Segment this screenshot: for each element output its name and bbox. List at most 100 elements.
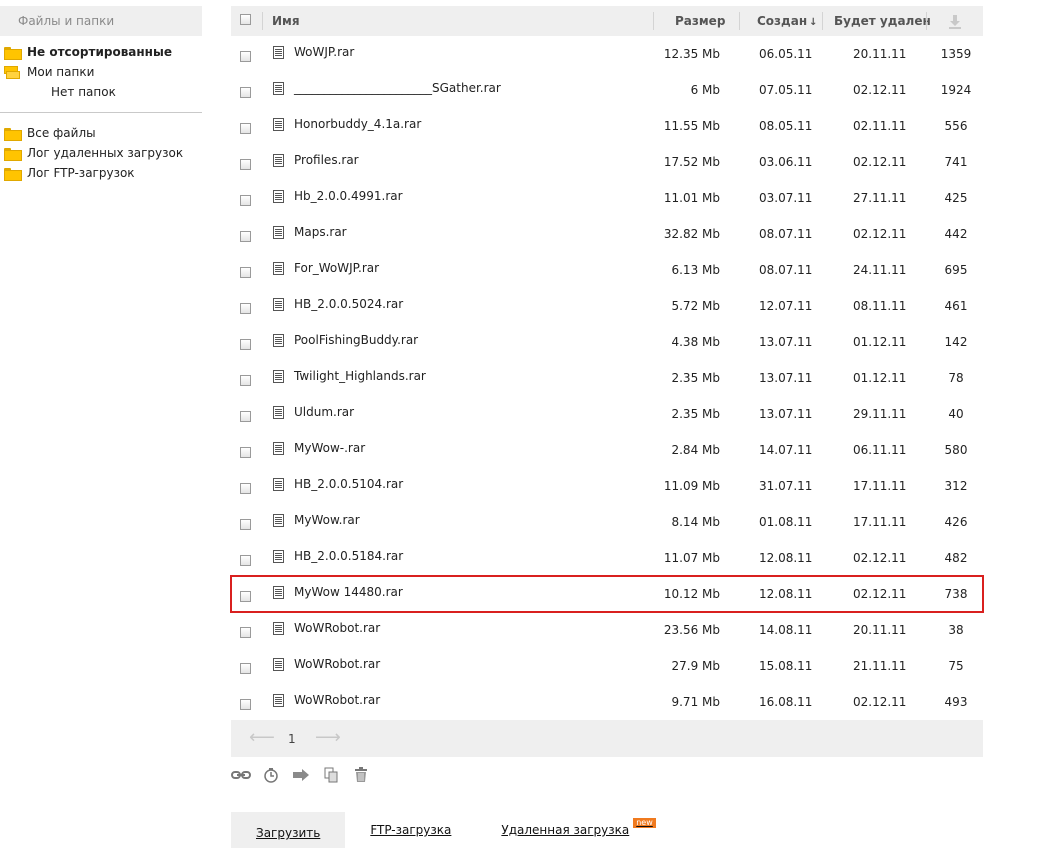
table-row[interactable]: MyWow-.rar 2.84 Mb 14.07.11 06.11.11 580 — [231, 432, 983, 468]
row-checkbox[interactable] — [240, 375, 251, 386]
file-size: 32.82 Mb — [663, 227, 720, 241]
sidebar-header: Файлы и папки — [0, 6, 202, 36]
table-row[interactable]: Profiles.rar 17.52 Mb 03.06.11 02.12.11 741 — [231, 144, 983, 180]
download-count: 461 — [944, 299, 968, 313]
timer-icon[interactable] — [261, 766, 281, 784]
table-row[interactable]: WoWRobot.rar 9.71 Mb 16.08.11 02.12.11 493 — [231, 684, 983, 720]
file-name-link[interactable]: HB_2.0.0.5104.rar — [294, 466, 403, 502]
sidebar-item-unsorted[interactable]: Не отсортированные — [0, 42, 202, 62]
table-row[interactable]: WoWJP.rar 12.35 Mb 06.05.11 20.11.11 1359 — [231, 36, 983, 72]
table-row[interactable]: PoolFishingBuddy.rar 4.38 Mb 13.07.11 01.12… — [231, 324, 983, 360]
sidebar-item-ftp-log[interactable]: Лог FTP-загрузок — [0, 163, 202, 183]
table-row[interactable]: WoWRobot.rar 23.56 Mb 14.08.11 20.11.11 38 — [231, 612, 983, 648]
table-row[interactable]: Maps.rar 32.82 Mb 08.07.11 02.12.11 442 — [231, 216, 983, 252]
file-name-link[interactable]: Uldum.rar — [294, 394, 354, 430]
trash-icon[interactable] — [351, 766, 371, 784]
row-checkbox[interactable] — [240, 87, 251, 98]
column-name[interactable]: Имя — [272, 6, 300, 36]
column-size[interactable]: Размер — [675, 6, 725, 36]
file-name-link[interactable]: HB_2.0.0.5184.rar — [294, 538, 403, 574]
prev-page-button[interactable]: ⟵ — [249, 729, 275, 747]
file-name-link[interactable]: PoolFishingBuddy.rar — [294, 322, 418, 358]
file-icon — [273, 226, 284, 239]
file-name-link[interactable]: WoWRobot.rar — [294, 610, 380, 646]
move-arrow-icon[interactable] — [291, 766, 311, 784]
next-page-button[interactable]: ⟶ — [315, 729, 341, 747]
download-icon[interactable] — [947, 6, 963, 36]
created-date: 12.08.11 — [759, 587, 813, 601]
file-name-link[interactable]: Hb_2.0.0.4991.rar — [294, 178, 403, 214]
tab-ftp-upload[interactable]: FTP-загрузка — [345, 812, 476, 848]
table-row[interactable]: MyWow.rar 8.14 Mb 01.08.11 17.11.11 426 — [231, 504, 983, 540]
copy-icon[interactable] — [321, 766, 341, 784]
delete-date: 17.11.11 — [853, 515, 907, 529]
row-checkbox[interactable] — [240, 51, 251, 62]
table-row[interactable]: Uldum.rar 2.35 Mb 13.07.11 29.11.11 40 — [231, 396, 983, 432]
sidebar-item-all-files[interactable]: Все файлы — [0, 123, 202, 143]
file-name-link[interactable]: WoWRobot.rar — [294, 646, 380, 682]
table-row[interactable]: Twilight_Highlands.rar 2.35 Mb 13.07.11 01.… — [231, 360, 983, 396]
table-body: WoWJP.rar 12.35 Mb 06.05.11 20.11.11 1359 ___… — [230, 36, 984, 720]
download-count: 75 — [948, 659, 964, 673]
row-checkbox[interactable] — [240, 303, 251, 314]
row-checkbox[interactable] — [240, 267, 251, 278]
row-checkbox[interactable] — [240, 195, 251, 206]
link-icon[interactable] — [231, 766, 251, 784]
table-row[interactable]: For_WoWJP.rar 6.13 Mb 08.07.11 24.11.11 695 — [231, 252, 983, 288]
row-checkbox[interactable] — [240, 123, 251, 134]
folder-icon — [4, 46, 22, 60]
file-name-link[interactable]: MyWow-.rar — [294, 430, 365, 466]
sidebar-item-my-folders[interactable]: Мои папки — [0, 62, 202, 82]
file-name-link[interactable]: _______________________SGather.rar — [294, 70, 501, 106]
file-name-link[interactable]: Honorbuddy_4.1a.rar — [294, 106, 421, 142]
table-row[interactable]: HB_2.0.0.5104.rar 11.09 Mb 31.07.11 17.11.1… — [231, 468, 983, 504]
row-checkbox[interactable] — [240, 627, 251, 638]
file-size: 11.09 Mb — [663, 479, 720, 493]
row-checkbox[interactable] — [240, 339, 251, 350]
folder-icon — [4, 147, 22, 161]
page-number[interactable]: 1 — [288, 732, 296, 746]
table-row[interactable]: HB_2.0.0.5184.rar 11.07 Mb 12.08.11 02.12.1… — [231, 540, 983, 576]
file-name-link[interactable]: Maps.rar — [294, 214, 347, 250]
row-checkbox[interactable] — [240, 555, 251, 566]
row-checkbox[interactable] — [240, 159, 251, 170]
file-name-link[interactable]: WoWRobot.rar — [294, 682, 380, 718]
sidebar-item-remote-log[interactable]: Лог удаленных загрузок — [0, 143, 202, 163]
file-icon — [273, 334, 284, 347]
table-row[interactable]: Honorbuddy_4.1a.rar 11.55 Mb 08.05.11 02.11… — [231, 108, 983, 144]
row-checkbox[interactable] — [240, 663, 251, 674]
row-checkbox[interactable] — [240, 483, 251, 494]
sidebar-item-label: Мои папки — [27, 65, 95, 79]
table-row[interactable]: WoWRobot.rar 27.9 Mb 15.08.11 21.11.11 75 — [231, 648, 983, 684]
file-size: 4.38 Mb — [671, 335, 720, 349]
file-icon — [273, 550, 284, 563]
row-checkbox[interactable] — [240, 519, 251, 530]
select-all-checkbox[interactable] — [240, 14, 251, 25]
delete-date: 29.11.11 — [853, 407, 907, 421]
file-name-link[interactable]: WoWJP.rar — [294, 34, 354, 70]
table-row[interactable]: HB_2.0.0.5024.rar 5.72 Mb 12.07.11 08.11.11… — [231, 288, 983, 324]
created-date: 13.07.11 — [759, 335, 813, 349]
table-row[interactable]: MyWow 14480.rar 10.12 Mb 12.08.11 02.12.11 7… — [230, 574, 984, 613]
file-name-link[interactable]: Profiles.rar — [294, 142, 359, 178]
file-name-link[interactable]: Twilight_Highlands.rar — [294, 358, 426, 394]
file-name-link[interactable]: For_WoWJP.rar — [294, 250, 379, 286]
file-name-link[interactable]: MyWow 14480.rar — [294, 574, 403, 610]
file-name-link[interactable]: HB_2.0.0.5024.rar — [294, 286, 403, 322]
row-checkbox[interactable] — [240, 699, 251, 710]
download-count: 695 — [944, 263, 968, 277]
delete-date: 20.11.11 — [853, 47, 907, 61]
table-row[interactable]: _______________________SGather.rar 6 Mb 07… — [231, 72, 983, 108]
table-row[interactable]: Hb_2.0.0.4991.rar 11.01 Mb 03.07.11 27.11.1… — [231, 180, 983, 216]
file-icon — [273, 190, 284, 203]
column-created[interactable]: Создан ↓ — [757, 6, 818, 36]
file-name-link[interactable]: MyWow.rar — [294, 502, 360, 538]
row-checkbox[interactable] — [240, 411, 251, 422]
row-checkbox[interactable] — [240, 591, 251, 602]
download-count: 442 — [944, 227, 968, 241]
row-checkbox[interactable] — [240, 231, 251, 242]
tab-remote-upload[interactable]: Удаленная загрузка new — [476, 812, 680, 848]
tab-upload[interactable]: Загрузить — [231, 812, 346, 848]
column-delete-date[interactable]: Будет удален — [834, 6, 931, 36]
row-checkbox[interactable] — [240, 447, 251, 458]
